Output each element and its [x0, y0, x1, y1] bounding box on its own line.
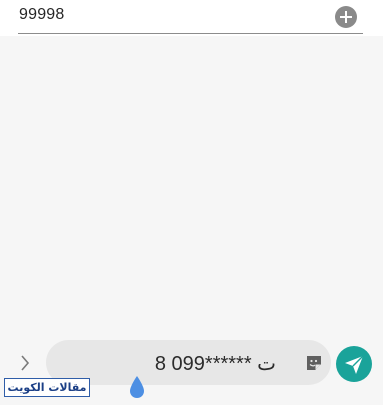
send-icon [345, 355, 364, 374]
add-recipient-button[interactable] [335, 6, 357, 28]
send-button[interactable] [336, 346, 372, 382]
conversation-area [0, 36, 383, 336]
text-cursor-handle-icon[interactable] [128, 375, 146, 400]
cursor-handle-shape [130, 376, 144, 398]
chevron-right-icon [21, 355, 30, 371]
sticker-button[interactable] [305, 354, 323, 372]
message-text: ت ******099 8 [154, 353, 276, 375]
sticker-icon [307, 356, 321, 370]
plus-circle-icon [340, 11, 352, 23]
recipient-field-underline [18, 33, 363, 34]
recipient-field[interactable]: 99998 [19, 6, 65, 24]
watermark-logo: مقالات الكويت [4, 378, 90, 397]
expand-button[interactable] [16, 353, 34, 373]
recipient-bar: 99998 [0, 0, 383, 36]
